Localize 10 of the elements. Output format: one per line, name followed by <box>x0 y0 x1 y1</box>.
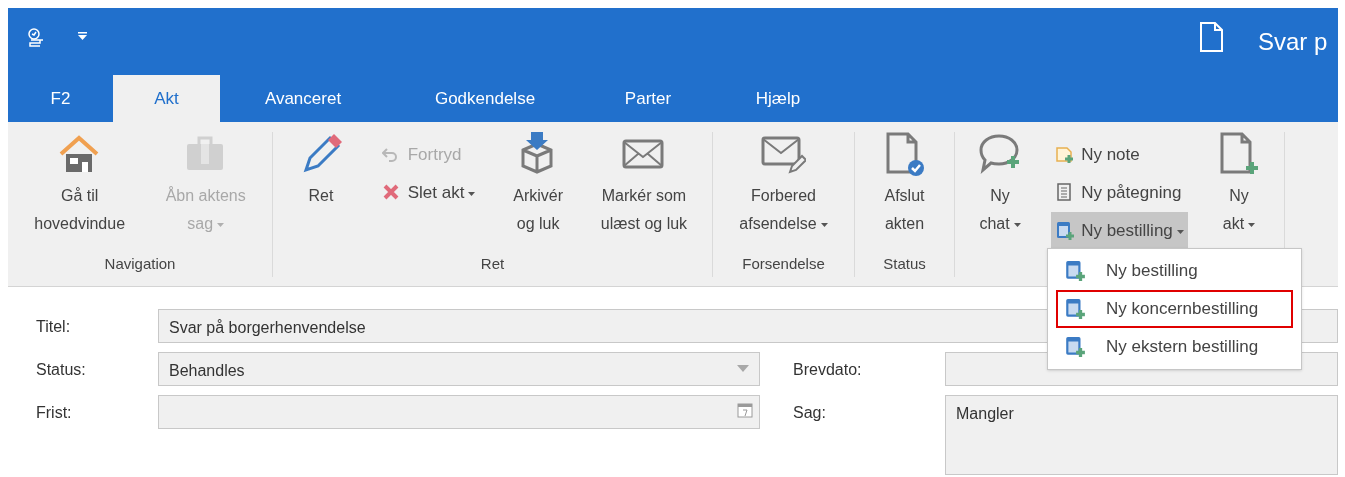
field-label: Brevdato: <box>793 360 863 380</box>
group-label: Status <box>883 255 926 272</box>
field-label: Sag: <box>793 403 827 423</box>
group-label: Forsendelse <box>742 255 825 272</box>
field-label: Status: <box>36 360 87 380</box>
field-label: Titel: <box>36 317 72 337</box>
field-label: Frist: <box>36 403 73 423</box>
group-label: Navigation <box>104 255 176 272</box>
group-label: Ret <box>480 255 505 272</box>
window-title: Svar p <box>1258 27 1328 57</box>
